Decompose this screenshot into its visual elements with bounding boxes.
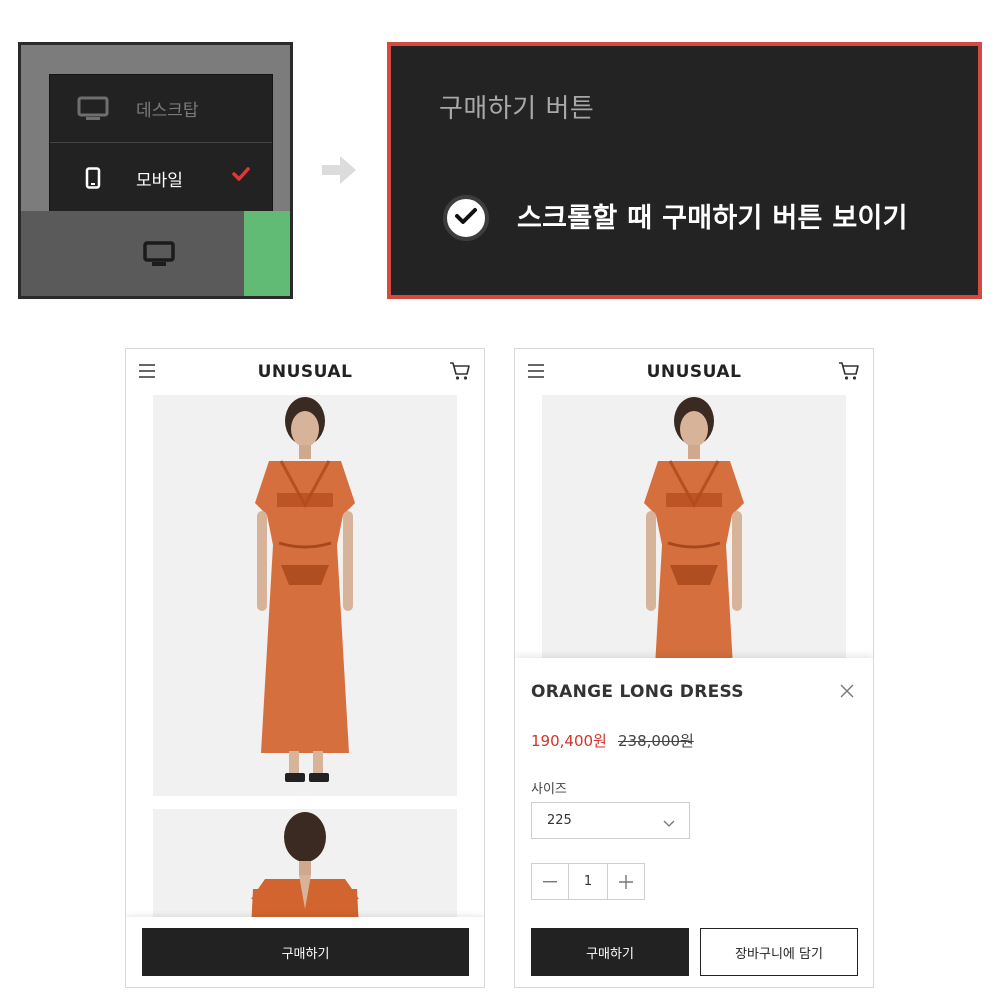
device-menu: 데스크탑 모바일 xyxy=(49,74,273,212)
product-name: ORANGE LONG DRESS xyxy=(531,682,744,702)
desktop-label: 데스크탑 xyxy=(136,101,199,121)
setting-title: 구매하기 버튼 xyxy=(439,94,595,124)
chevron-down-icon xyxy=(663,817,675,832)
mobile-preview-purchase-sheet: UNUSUAL ORANGE LONG DRESS 190,400원 238,0… xyxy=(514,348,874,988)
store-logo[interactable]: UNUSUAL xyxy=(126,362,484,382)
buy-button-setting-panel: 구매하기 버튼 스크롤할 때 구매하기 버튼 보이기 xyxy=(387,42,982,299)
desktop-icon[interactable] xyxy=(143,241,175,273)
store-logo[interactable]: UNUSUAL xyxy=(515,362,873,382)
mobile-preview-scrolled: UNUSUAL 구매하기 xyxy=(125,348,485,988)
product-photo-front[interactable] xyxy=(153,395,457,796)
purchase-option-sheet: ORANGE LONG DRESS 190,400원 238,000원 사이즈 … xyxy=(515,658,873,987)
mobile-label: 모바일 xyxy=(136,170,183,191)
product-photo-back[interactable] xyxy=(153,809,457,929)
mobile-header: UNUSUAL xyxy=(515,349,873,395)
cart-icon[interactable] xyxy=(838,361,860,385)
menu-item-mobile[interactable]: 모바일 xyxy=(50,144,272,212)
size-value: 225 xyxy=(547,813,572,828)
desktop-icon xyxy=(50,96,136,122)
checkmark-icon xyxy=(454,206,478,230)
original-price: 238,000원 xyxy=(618,732,694,750)
setting-option-label[interactable]: 스크롤할 때 구매하기 버튼 보이기 xyxy=(517,196,908,235)
sale-price: 190,400원 xyxy=(531,732,607,750)
device-switcher-panel: 데스크탑 모바일 xyxy=(18,42,293,299)
buy-button[interactable]: 구매하기 xyxy=(142,928,469,976)
increase-button[interactable] xyxy=(608,864,644,899)
mobile-icon xyxy=(50,167,136,189)
setting-checkbox[interactable] xyxy=(443,195,489,241)
mobile-header: UNUSUAL xyxy=(126,349,484,395)
checkmark-icon xyxy=(232,166,250,186)
quantity-stepper: 1 xyxy=(531,863,645,900)
menu-item-desktop[interactable]: 데스크탑 xyxy=(50,75,272,143)
cart-icon[interactable] xyxy=(449,361,471,385)
buy-button[interactable]: 구매하기 xyxy=(531,928,689,976)
size-label: 사이즈 xyxy=(531,782,567,797)
size-select[interactable]: 225 xyxy=(531,802,690,839)
quantity-value[interactable]: 1 xyxy=(568,864,608,899)
add-to-cart-button[interactable]: 장바구니에 담기 xyxy=(700,928,858,976)
sticky-buy-bar: 구매하기 xyxy=(126,917,484,987)
green-accent-block xyxy=(244,211,290,296)
close-icon[interactable] xyxy=(839,683,855,703)
decrease-button[interactable] xyxy=(532,864,568,899)
arrow-right-icon xyxy=(318,150,360,194)
